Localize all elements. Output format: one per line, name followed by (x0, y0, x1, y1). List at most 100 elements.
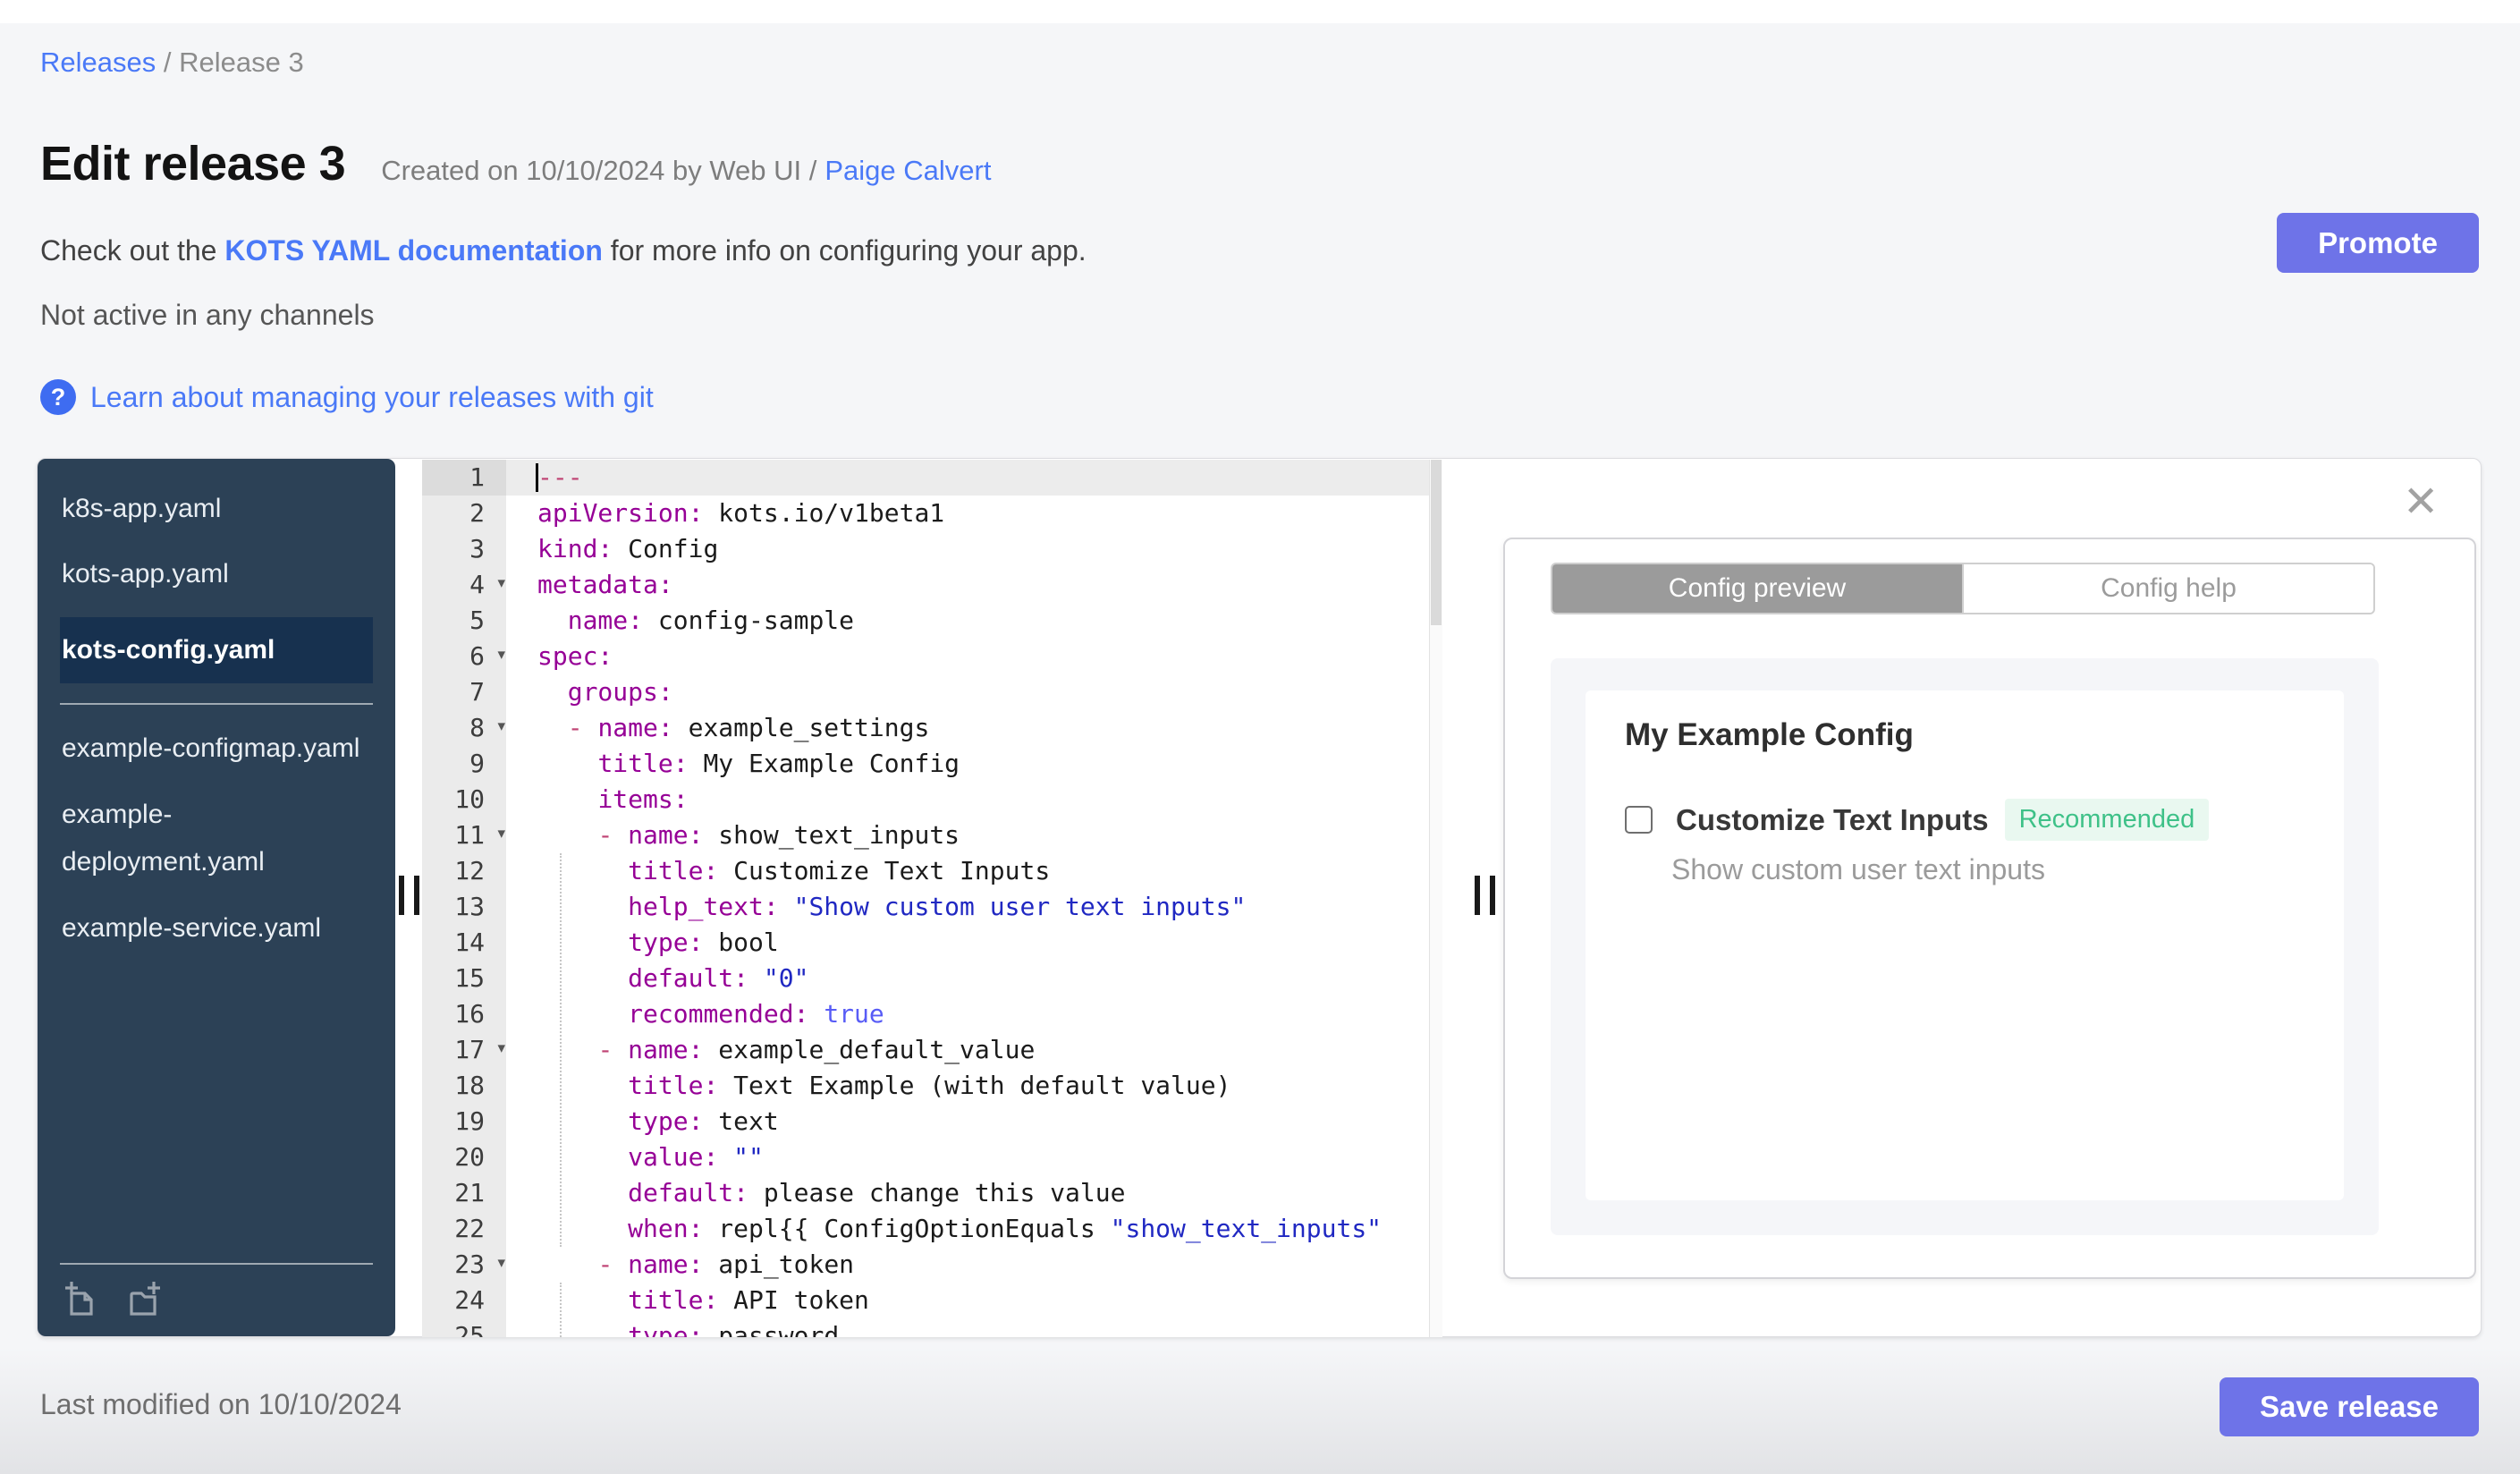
sidebar-editor-resize-handle[interactable] (399, 876, 419, 915)
line-number[interactable]: 19 (422, 1104, 506, 1139)
config-item-help-text: Show custom user text inputs (1671, 853, 2045, 885)
line-number[interactable]: 25 (422, 1318, 506, 1337)
code-line[interactable]: items: (506, 782, 1430, 817)
close-icon[interactable]: ✕ (2403, 477, 2439, 527)
add-folder-icon[interactable] (123, 1279, 164, 1320)
config-item-label: Customize Text Inputs (1676, 802, 1989, 836)
line-number[interactable]: 1 (422, 460, 506, 496)
line-number[interactable]: 2 (422, 496, 506, 531)
sidebar-file-example-deployment.yaml[interactable]: example-deployment.yaml (60, 791, 373, 885)
sidebar-file-example-configmap.yaml[interactable]: example-configmap.yaml (60, 724, 373, 772)
line-number[interactable]: 11 ▾ (422, 817, 506, 853)
sidebar-footer-icons (60, 1279, 373, 1320)
file-sidebar: k8s-app.yaml kots-app.yaml kots-config.yam… (38, 459, 395, 1336)
sidebar-footer-divider (60, 1263, 373, 1265)
sidebar-file-kots-config.yaml[interactable]: kots-config.yaml (60, 617, 373, 683)
fold-arrow-icon[interactable]: ▾ (497, 1030, 505, 1066)
title-row: Edit release 3 Created on 10/10/2024 by … (40, 136, 991, 191)
code-line[interactable]: when: repl{{ ConfigOptionEquals "show_te… (506, 1211, 1430, 1247)
git-releases-link[interactable]: Learn about managing your releases with … (90, 381, 654, 414)
code-line[interactable]: - name: example_settings (506, 710, 1430, 746)
code-line[interactable]: title: Text Example (with default value) (506, 1068, 1430, 1104)
sidebar-file-kots-app.yaml[interactable]: kots-app.yaml (60, 552, 373, 597)
line-number[interactable]: 3 (422, 531, 506, 567)
fold-arrow-icon[interactable]: ▾ (497, 565, 505, 601)
config-item-row: Customize Text Inputs Recommended (1625, 799, 2210, 841)
breadcrumb: Releases / Release 3 (40, 47, 304, 79)
fold-arrow-icon[interactable]: ▾ (497, 637, 505, 673)
save-release-button[interactable]: Save release (2220, 1377, 2479, 1436)
recommended-badge: Recommended (2004, 799, 2210, 841)
line-number[interactable]: 7 (422, 674, 506, 710)
line-number[interactable]: 4 ▾ (422, 567, 506, 603)
code-line[interactable]: - name: show_text_inputs (506, 817, 1430, 853)
line-number[interactable]: 16 (422, 996, 506, 1032)
line-number[interactable]: 15 (422, 961, 506, 996)
line-number[interactable]: 12 (422, 853, 506, 889)
code-line[interactable]: type: password (506, 1318, 1430, 1337)
sidebar-file-k8s-app.yaml[interactable]: k8s-app.yaml (60, 487, 373, 531)
breadcrumb-current: Release 3 (179, 47, 304, 78)
code-line[interactable]: help_text: "Show custom user text inputs… (506, 889, 1430, 925)
line-number[interactable]: 8 ▾ (422, 710, 506, 746)
editor-scrollbar-thumb[interactable] (1431, 460, 1442, 625)
breadcrumb-releases-link[interactable]: Releases (40, 47, 156, 78)
line-number[interactable]: 24 (422, 1283, 506, 1318)
customize-text-inputs-checkbox[interactable] (1625, 806, 1653, 834)
sidebar-divider (60, 703, 373, 705)
code-line[interactable]: - name: api_token (506, 1247, 1430, 1283)
line-number[interactable]: 9 (422, 746, 506, 782)
add-file-icon[interactable] (60, 1279, 101, 1320)
code-line[interactable]: default: please change this value (506, 1175, 1430, 1211)
last-modified-text: Last modified on 10/10/2024 (40, 1388, 402, 1420)
docs-line: Check out the KOTS YAML documentation fo… (40, 234, 1087, 267)
line-number[interactable]: 21 (422, 1175, 506, 1211)
line-number[interactable]: 10 (422, 782, 506, 817)
line-number[interactable]: 23 ▾ (422, 1247, 506, 1283)
editor-preview-resize-handle[interactable] (1475, 876, 1495, 915)
breadcrumb-separator: / (163, 47, 172, 78)
config-group-title: My Example Config (1625, 717, 1914, 752)
code-line[interactable]: --- (506, 460, 1430, 496)
fold-arrow-icon[interactable]: ▾ (497, 708, 505, 744)
promote-button[interactable]: Promote (2277, 213, 2479, 273)
line-number[interactable]: 14 (422, 925, 506, 961)
code-line[interactable]: value: "" (506, 1139, 1430, 1175)
yaml-editor[interactable]: 1 2 3 4 ▾ 5 6 ▾ 7 8 ▾ 9 10 11 ▾ 12 13 14 15 16 17 ▾ 18 19 20 21 22… (422, 460, 1442, 1337)
top-strip (0, 0, 2520, 23)
code-line[interactable]: metadata: (506, 567, 1430, 603)
editor-scrollbar[interactable] (1429, 460, 1442, 1337)
code-line[interactable]: name: config-sample (506, 603, 1430, 639)
code-line[interactable]: apiVersion: kots.io/v1beta1 (506, 496, 1430, 531)
fold-arrow-icon[interactable]: ▾ (497, 816, 505, 851)
code-line[interactable]: title: API token (506, 1283, 1430, 1318)
line-number[interactable]: 17 ▾ (422, 1032, 506, 1068)
code-line[interactable]: title: My Example Config (506, 746, 1430, 782)
line-number[interactable]: 5 (422, 603, 506, 639)
code-line[interactable]: title: Customize Text Inputs (506, 853, 1430, 889)
question-icon[interactable]: ? (40, 379, 76, 415)
line-number[interactable]: 20 (422, 1139, 506, 1175)
code-line[interactable]: type: text (506, 1104, 1430, 1139)
code-line[interactable]: - name: example_default_value (506, 1032, 1430, 1068)
code-line[interactable]: type: bool (506, 925, 1430, 961)
line-number[interactable]: 18 (422, 1068, 506, 1104)
author-link[interactable]: Paige Calvert (824, 155, 991, 186)
code-line[interactable]: recommended: true (506, 996, 1430, 1032)
code-line[interactable]: spec: (506, 639, 1430, 674)
tab-config-help[interactable]: Config help (1962, 564, 2373, 613)
code-line[interactable]: kind: Config (506, 531, 1430, 567)
config-card: My Example Config Customize Text Inputs … (1586, 690, 2344, 1200)
sidebar-footer (60, 1263, 373, 1320)
editor-code[interactable]: --- apiVersion: kots.io/v1beta1 kind: Conf… (506, 460, 1430, 1337)
fold-arrow-icon[interactable]: ▾ (497, 1245, 505, 1281)
line-number[interactable]: 13 (422, 889, 506, 925)
sidebar-files-bottom: example-configmap.yaml example-deployment… (38, 724, 395, 952)
line-number[interactable]: 6 ▾ (422, 639, 506, 674)
kots-yaml-docs-link[interactable]: KOTS YAML documentation (224, 234, 603, 267)
code-line[interactable]: groups: (506, 674, 1430, 710)
line-number[interactable]: 22 (422, 1211, 506, 1247)
code-line[interactable]: default: "0" (506, 961, 1430, 996)
tab-config-preview[interactable]: Config preview (1552, 564, 1962, 613)
sidebar-file-example-service.yaml[interactable]: example-service.yaml (60, 904, 373, 952)
